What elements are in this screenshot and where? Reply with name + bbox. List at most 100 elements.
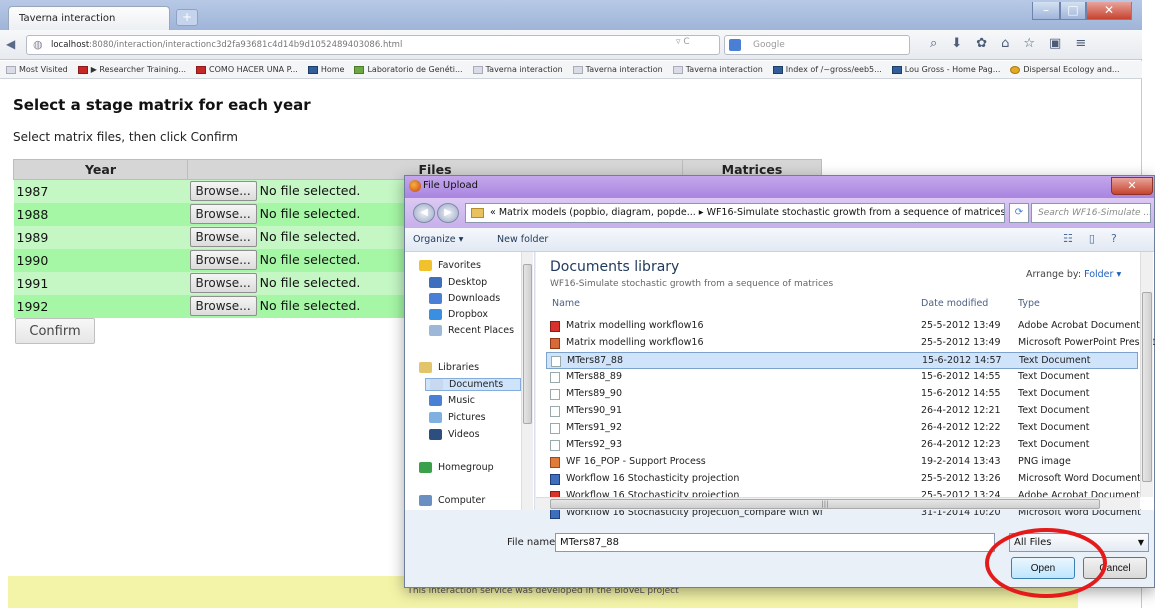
pictures-icon bbox=[429, 412, 442, 423]
minimize-button[interactable]: – bbox=[1032, 2, 1060, 20]
new-folder-button[interactable]: New folder bbox=[497, 234, 548, 245]
bookmark-item[interactable]: ▶ Researcher Training... bbox=[77, 65, 186, 74]
help-icon[interactable]: ? bbox=[1111, 232, 1117, 245]
maximize-button[interactable]: □ bbox=[1060, 2, 1086, 20]
bookmark-item[interactable]: Home bbox=[307, 65, 344, 74]
star-icon bbox=[419, 260, 432, 271]
bookmark-item[interactable]: COMO HACER UNA P... bbox=[196, 65, 298, 74]
url-bar[interactable]: ◍ localhost:8080/interaction/interaction… bbox=[26, 35, 720, 55]
nav-homegroup[interactable]: Homegroup bbox=[419, 462, 494, 473]
file-list-item[interactable]: MTers88_89 15-6-2012 14:55 Text Document bbox=[546, 369, 1138, 386]
browser-tab[interactable]: Taverna interaction bbox=[8, 6, 170, 30]
page-title: Select a stage matrix for each year bbox=[13, 96, 311, 114]
nav-libraries[interactable]: Libraries bbox=[419, 362, 479, 373]
lock-icon[interactable]: ▣ bbox=[1049, 36, 1061, 51]
browse-button[interactable]: Browse... bbox=[189, 181, 257, 202]
bookmark-item[interactable]: Lou Gross - Home Pag... bbox=[891, 65, 1000, 74]
menu-icon[interactable]: ≡ bbox=[1075, 36, 1086, 51]
file-list-item[interactable]: MTers87_88 15-6-2012 14:57 Text Document bbox=[546, 352, 1138, 369]
vscrollbar-thumb[interactable] bbox=[1142, 292, 1152, 482]
back-icon[interactable]: ◀ bbox=[413, 203, 435, 223]
arrange-by[interactable]: Arrange by: Folder ▾ bbox=[1026, 269, 1121, 280]
column-type[interactable]: Type bbox=[1018, 298, 1040, 309]
folder-icon bbox=[471, 208, 484, 218]
file-name: MTers92_93 bbox=[566, 439, 623, 450]
browse-button[interactable]: Browse... bbox=[189, 273, 257, 293]
nav-videos[interactable]: Videos bbox=[429, 429, 480, 440]
firefox-icon bbox=[409, 180, 421, 192]
nav-documents[interactable]: Documents bbox=[425, 378, 521, 391]
url-path: :8080/interaction/interactionc3d2fa93681… bbox=[89, 40, 403, 50]
nav-dropbox[interactable]: Dropbox bbox=[429, 309, 488, 320]
browse-button[interactable]: Browse... bbox=[189, 296, 257, 316]
hscrollbar-thumb[interactable]: ||| bbox=[550, 499, 1100, 509]
ppt-file-icon bbox=[550, 338, 560, 349]
column-date[interactable]: Date modified bbox=[921, 298, 988, 309]
folder-search-input[interactable]: Search WF16-Simulate ... bbox=[1031, 203, 1151, 223]
file-list-item[interactable]: WF 16_POP - Support Process 19-2-2014 13:… bbox=[546, 454, 1138, 471]
browse-button[interactable]: Browse... bbox=[189, 250, 257, 270]
file-list-item[interactable]: Matrix modelling workflow16 25-5-2012 13:… bbox=[546, 335, 1155, 352]
organize-button[interactable]: Organize ▾ bbox=[413, 234, 463, 245]
bookmark-item[interactable]: Taverna interaction bbox=[572, 65, 663, 74]
column-name[interactable]: Name bbox=[552, 298, 580, 309]
file-type: Microsoft Word Document bbox=[1018, 473, 1141, 484]
file-list-vscrollbar[interactable] bbox=[1140, 252, 1153, 497]
nav-desktop[interactable]: Desktop bbox=[429, 277, 487, 288]
file-list-item[interactable]: Matrix modelling workflow16 25-5-2012 13:… bbox=[546, 318, 1140, 335]
nav-downloads[interactable]: Downloads bbox=[429, 293, 500, 304]
txt-file-icon bbox=[550, 389, 560, 400]
bookmark-item[interactable]: Dispersal Ecology and... bbox=[1010, 65, 1120, 74]
search-icon[interactable]: ⌕ bbox=[930, 36, 937, 51]
file-status: No file selected. bbox=[259, 298, 361, 313]
forward-icon[interactable]: ▶ bbox=[437, 203, 459, 223]
file-list-item[interactable]: MTers90_91 26-4-2012 12:21 Text Document bbox=[546, 403, 1138, 420]
star-icon[interactable]: ☆ bbox=[1023, 36, 1035, 51]
view-options-icon[interactable]: ☷ bbox=[1063, 232, 1073, 245]
file-list-item[interactable]: MTers91_92 26-4-2012 12:22 Text Document bbox=[546, 420, 1138, 437]
bookmark-item[interactable]: Most Visited bbox=[6, 65, 68, 74]
home-icon[interactable]: ⌂ bbox=[1001, 36, 1009, 51]
file-type: PNG image bbox=[1018, 456, 1071, 467]
png-file-icon bbox=[550, 457, 560, 468]
bookmark-item[interactable]: Laboratorio de Genéti... bbox=[354, 65, 463, 74]
pdf-file-icon bbox=[550, 321, 560, 332]
nav-favorites[interactable]: Favorites bbox=[419, 260, 481, 271]
bookmark-item[interactable]: Index of /~gross/eeb5... bbox=[772, 65, 882, 74]
file-list-item[interactable]: MTers92_93 26-4-2012 12:23 Text Document bbox=[546, 437, 1138, 454]
file-list-hscrollbar[interactable]: ||| bbox=[536, 497, 1140, 510]
file-list-item[interactable]: Workflow 16 Stochasticity projection 25-5… bbox=[546, 471, 1141, 488]
highlight-annotation bbox=[985, 528, 1107, 598]
bookmark-item[interactable]: Taverna interaction bbox=[672, 65, 763, 74]
file-name: MTers89_90 bbox=[566, 388, 623, 399]
google-icon bbox=[729, 39, 741, 51]
addon-icon[interactable]: ✿ bbox=[976, 36, 987, 51]
file-name: MTers88_89 bbox=[566, 371, 623, 382]
reload-icon[interactable]: ▿ C bbox=[676, 37, 690, 47]
search-bar[interactable]: Google bbox=[724, 35, 910, 55]
browse-button[interactable]: Browse... bbox=[189, 227, 257, 247]
nav-scrollbar[interactable] bbox=[521, 252, 533, 510]
new-tab-button[interactable]: + bbox=[176, 9, 198, 26]
browse-button[interactable]: Browse... bbox=[189, 204, 257, 224]
nav-scrollbar-thumb[interactable] bbox=[523, 264, 532, 424]
nav-computer[interactable]: Computer bbox=[419, 495, 485, 506]
back-arrow-icon[interactable]: ◀ bbox=[6, 37, 24, 55]
download-icon[interactable]: ⬇ bbox=[951, 36, 962, 51]
bookmark-item[interactable]: Taverna interaction bbox=[472, 65, 563, 74]
file-name-input[interactable]: MTers87_88 bbox=[555, 533, 995, 552]
file-list-item[interactable]: MTers89_90 15-6-2012 14:55 Text Document bbox=[546, 386, 1138, 403]
nav-music[interactable]: Music bbox=[429, 395, 475, 406]
nav-recent-places[interactable]: Recent Places bbox=[429, 325, 514, 336]
folder-path[interactable]: « Matrix models (popbio, diagram, popde.… bbox=[465, 203, 1005, 223]
confirm-button[interactable]: Confirm bbox=[15, 318, 95, 344]
arrange-by-value[interactable]: Folder ▾ bbox=[1084, 269, 1121, 280]
year-cell: 1991 bbox=[13, 271, 188, 295]
close-window-button[interactable]: ✕ bbox=[1086, 2, 1132, 20]
refresh-icon[interactable]: ⟳ bbox=[1009, 203, 1029, 223]
nav-pictures[interactable]: Pictures bbox=[429, 412, 486, 423]
bookmarks-bar: Most Visited ▶ Researcher Training... CO… bbox=[0, 61, 1142, 79]
preview-pane-icon[interactable]: ▯ bbox=[1089, 232, 1095, 245]
dialog-close-button[interactable]: ✕ bbox=[1111, 177, 1153, 195]
page-icon bbox=[1010, 65, 1021, 74]
